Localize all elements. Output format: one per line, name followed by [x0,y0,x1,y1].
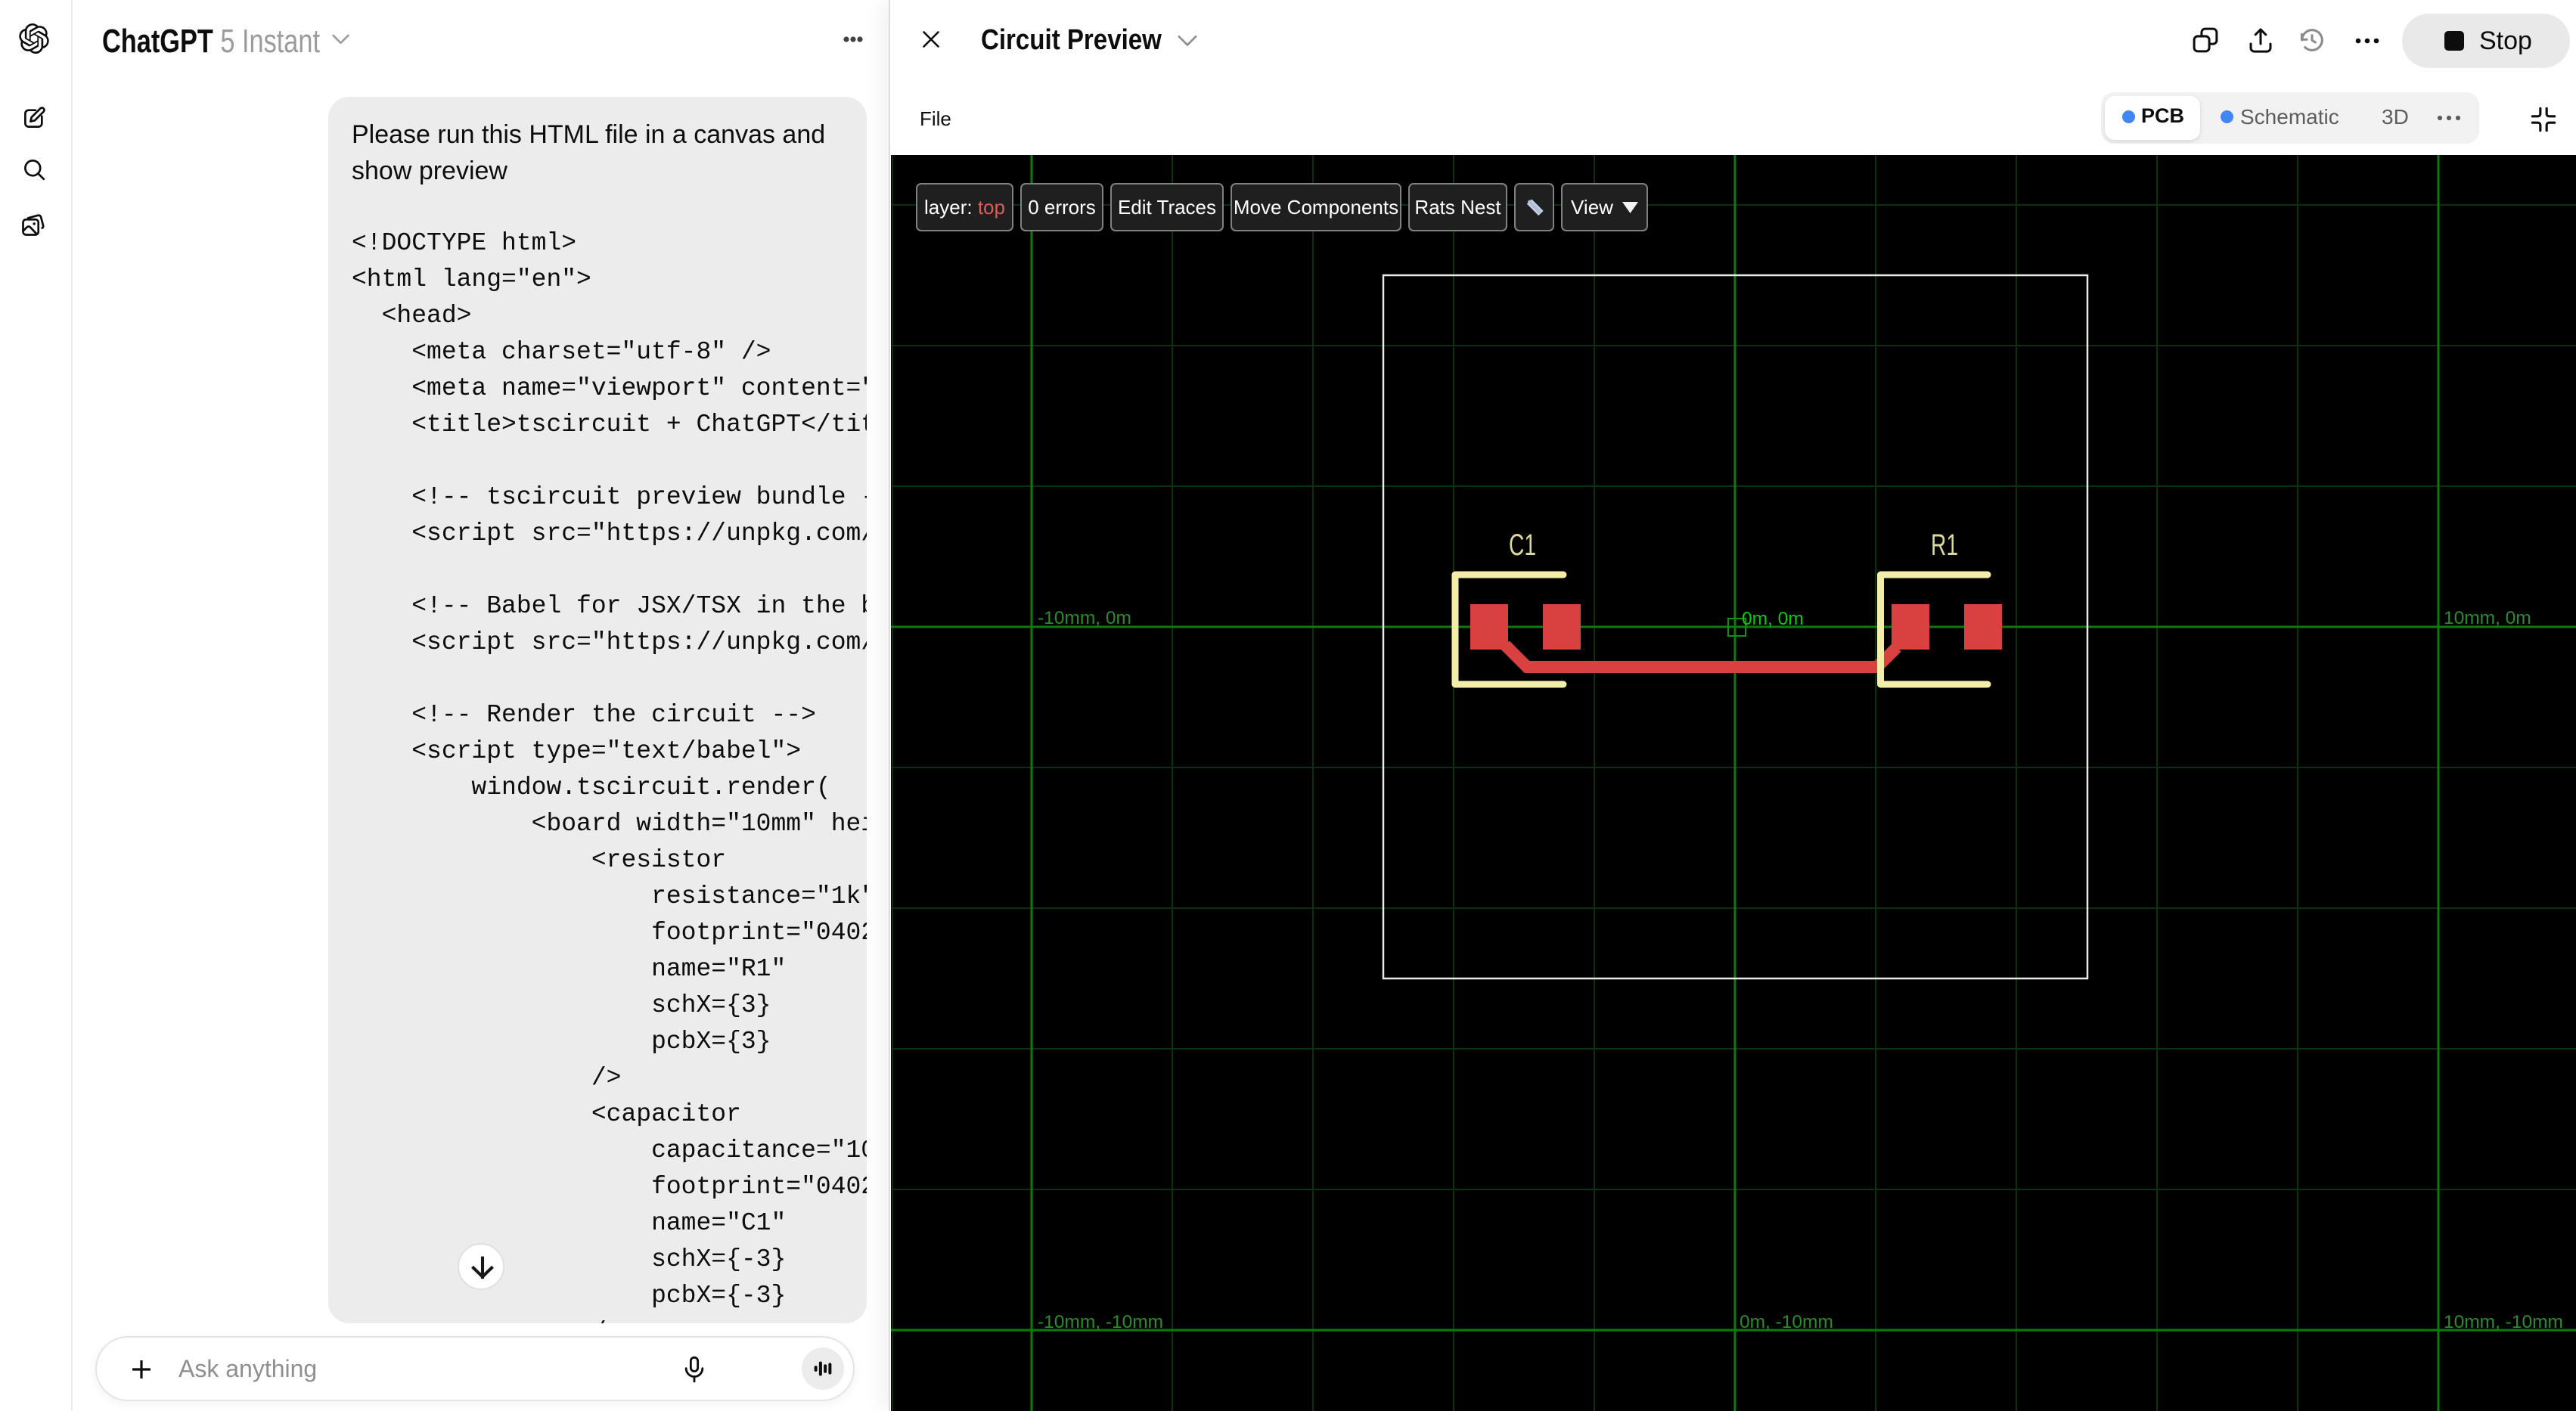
svg-text:-10mm, 0m: -10mm, 0m [1038,608,1131,628]
svg-text:10mm, -10mm: 10mm, -10mm [2444,1312,2563,1332]
svg-text:R1: R1 [1931,529,1958,562]
svg-text:10mm, 0m: 10mm, 0m [2444,608,2531,628]
svg-text:C1: C1 [1509,529,1536,562]
svg-text:-10mm, -10mm: -10mm, -10mm [1038,1312,1163,1332]
svg-text:0m, 0m: 0m, 0m [1742,609,1804,629]
svg-text:0m, -10mm: 0m, -10mm [1740,1312,1833,1332]
